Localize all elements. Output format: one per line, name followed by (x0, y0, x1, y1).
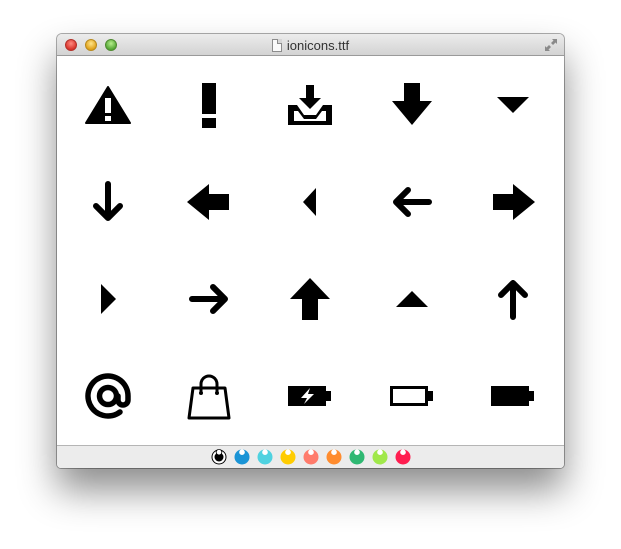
glyph-cell[interactable] (361, 251, 462, 348)
arrow-up-thin-icon (498, 280, 529, 321)
color-swatch-blue[interactable] (234, 449, 250, 465)
glyph-cell[interactable] (260, 251, 361, 348)
glyph-cell[interactable] (361, 348, 462, 445)
glyph-cell[interactable] (158, 153, 259, 250)
glyph-cell[interactable] (158, 251, 259, 348)
battery-full-icon (491, 386, 535, 407)
window-title: ionicons.ttf (286, 37, 350, 53)
arrow-right-thin-icon (189, 284, 229, 315)
arrow-down-thin-icon (92, 180, 123, 221)
glyph-cell[interactable] (463, 251, 564, 348)
window-title-group: ionicons.ttf (57, 37, 564, 53)
color-swatch-yellow[interactable] (280, 449, 296, 465)
arrow-left-thick-icon (187, 183, 230, 220)
title-bar[interactable]: ionicons.ttf (57, 34, 564, 56)
arrow-up-thick-icon (290, 278, 331, 321)
fullscreen-icon[interactable] (544, 38, 558, 52)
glyph-cell[interactable] (361, 153, 462, 250)
color-swatch-black[interactable] (211, 449, 227, 465)
battery-charging-icon (288, 386, 332, 407)
glyph-cell[interactable] (57, 153, 158, 250)
alert-triangle-icon (84, 85, 131, 124)
color-swatch-cyan[interactable] (257, 449, 273, 465)
color-swatch-green[interactable] (349, 449, 365, 465)
glyph-cell[interactable] (158, 348, 259, 445)
color-swatch-pink[interactable] (395, 449, 411, 465)
caret-right-icon (100, 284, 116, 315)
arrow-right-thick-icon (493, 183, 536, 220)
glyph-cell[interactable] (463, 56, 564, 153)
caret-up-icon (395, 291, 428, 308)
battery-empty-icon (389, 386, 433, 407)
color-swatch-salmon[interactable] (303, 449, 319, 465)
font-preview-window: ionicons.ttf (57, 34, 564, 468)
glyph-cell[interactable] (463, 348, 564, 445)
at-sign-icon (84, 373, 131, 420)
glyph-cell[interactable] (57, 348, 158, 445)
glyph-cell[interactable] (260, 153, 361, 250)
caret-left-icon (303, 187, 317, 216)
glyph-cell[interactable] (463, 153, 564, 250)
glyph-cell[interactable] (260, 56, 361, 153)
glyph-cell[interactable] (57, 251, 158, 348)
document-icon (271, 38, 282, 52)
glyph-cell[interactable] (361, 56, 462, 153)
color-swatch-bar (57, 445, 564, 468)
glyph-cell[interactable] (158, 56, 259, 153)
caret-down-icon (497, 96, 530, 113)
shopping-bag-icon (187, 374, 231, 420)
exclamation-icon (202, 82, 217, 128)
download-tray-icon (288, 84, 333, 125)
color-swatch-lime[interactable] (372, 449, 388, 465)
glyph-cell[interactable] (260, 348, 361, 445)
glyph-cell[interactable] (57, 56, 158, 153)
color-swatch-orange[interactable] (326, 449, 342, 465)
glyph-grid (57, 56, 564, 445)
arrow-down-thick-icon (391, 82, 432, 125)
arrow-left-thin-icon (392, 186, 432, 217)
